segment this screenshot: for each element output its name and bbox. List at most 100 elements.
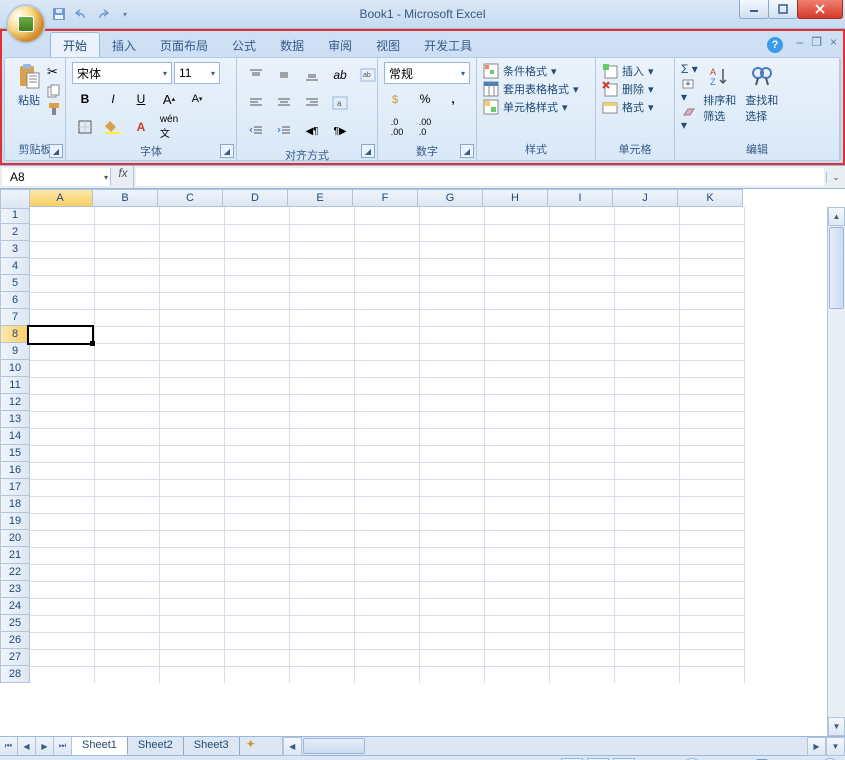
align-center-button[interactable] <box>271 90 297 116</box>
cell[interactable] <box>355 530 420 548</box>
format-painter-icon[interactable] <box>47 102 61 116</box>
cell[interactable] <box>290 513 355 531</box>
cell[interactable] <box>30 632 95 650</box>
tab-开发工具[interactable]: 开发工具 <box>412 33 484 57</box>
cell[interactable] <box>30 547 95 565</box>
cell[interactable] <box>485 292 550 310</box>
cell[interactable] <box>355 513 420 531</box>
cell[interactable] <box>615 581 680 599</box>
cell[interactable] <box>680 428 745 446</box>
row-header-16[interactable]: 16 <box>0 462 30 479</box>
cell[interactable] <box>160 598 225 616</box>
row-header-25[interactable]: 25 <box>0 615 30 632</box>
cell[interactable] <box>30 666 95 683</box>
row-header-14[interactable]: 14 <box>0 428 30 445</box>
cell[interactable] <box>225 513 290 531</box>
cell[interactable] <box>485 598 550 616</box>
cell[interactable] <box>290 258 355 276</box>
cell[interactable] <box>550 547 615 565</box>
table-format-button[interactable]: 套用表格格式 ▾ <box>483 80 589 98</box>
cell[interactable] <box>615 394 680 412</box>
phonetic-button[interactable]: wén文 <box>156 114 182 140</box>
cell[interactable] <box>420 428 485 446</box>
cell[interactable] <box>290 377 355 395</box>
cell[interactable] <box>615 632 680 650</box>
cell[interactable] <box>680 649 745 667</box>
cell[interactable] <box>290 649 355 667</box>
cell[interactable] <box>30 207 95 225</box>
number-dialog-launcher[interactable]: ◢ <box>460 144 474 158</box>
cell[interactable] <box>160 445 225 463</box>
fill-button[interactable]: ▾ <box>681 78 698 104</box>
cell[interactable] <box>160 581 225 599</box>
cell[interactable] <box>550 343 615 361</box>
cell[interactable] <box>95 224 160 242</box>
cell[interactable] <box>290 411 355 429</box>
cell[interactable] <box>680 360 745 378</box>
cell[interactable] <box>355 343 420 361</box>
cell[interactable] <box>485 309 550 327</box>
cell[interactable] <box>95 615 160 633</box>
cell[interactable] <box>30 360 95 378</box>
cell[interactable] <box>160 513 225 531</box>
merge-cells-button[interactable]: a <box>327 90 353 116</box>
cell[interactable] <box>355 258 420 276</box>
cell[interactable] <box>30 343 95 361</box>
increase-font-button[interactable]: A▴ <box>156 86 182 112</box>
italic-button[interactable]: I <box>100 86 126 112</box>
cell[interactable] <box>615 241 680 259</box>
decrease-font-button[interactable]: A▾ <box>184 86 210 112</box>
cell[interactable] <box>680 479 745 497</box>
cell[interactable] <box>420 343 485 361</box>
row-header-21[interactable]: 21 <box>0 547 30 564</box>
cell[interactable] <box>160 496 225 514</box>
row-header-18[interactable]: 18 <box>0 496 30 513</box>
cell[interactable] <box>95 428 160 446</box>
cell[interactable] <box>160 241 225 259</box>
cell[interactable] <box>225 377 290 395</box>
cell[interactable] <box>225 241 290 259</box>
cell[interactable] <box>355 581 420 599</box>
copy-icon[interactable] <box>47 84 61 98</box>
fill-color-button[interactable] <box>100 114 126 140</box>
cell[interactable] <box>95 598 160 616</box>
cell[interactable] <box>30 530 95 548</box>
cell[interactable] <box>290 632 355 650</box>
cell[interactable] <box>290 581 355 599</box>
cell[interactable] <box>680 326 745 344</box>
col-header-E[interactable]: E <box>288 189 353 207</box>
cell[interactable] <box>355 496 420 514</box>
row-header-9[interactable]: 9 <box>0 343 30 360</box>
col-header-H[interactable]: H <box>483 189 548 207</box>
cell[interactable] <box>30 428 95 446</box>
cell[interactable] <box>30 445 95 463</box>
cell[interactable] <box>95 666 160 683</box>
cell[interactable] <box>485 258 550 276</box>
cell[interactable] <box>290 428 355 446</box>
cell[interactable] <box>485 615 550 633</box>
cell[interactable] <box>95 445 160 463</box>
cell[interactable] <box>485 581 550 599</box>
cell[interactable] <box>615 615 680 633</box>
tab-视图[interactable]: 视图 <box>364 33 412 57</box>
cell[interactable] <box>160 394 225 412</box>
align-middle-button[interactable] <box>271 62 297 88</box>
cell-styles-button[interactable]: 单元格样式 ▾ <box>483 98 589 116</box>
scroll-left-icon[interactable]: ◀ <box>283 737 302 756</box>
save-icon[interactable] <box>50 5 68 23</box>
font-size-combo[interactable]: 11▾ <box>174 62 220 84</box>
cell[interactable] <box>680 224 745 242</box>
select-all-button[interactable] <box>0 189 30 209</box>
cell[interactable] <box>95 632 160 650</box>
cell[interactable] <box>550 275 615 293</box>
row-header-3[interactable]: 3 <box>0 241 30 258</box>
cell[interactable] <box>420 513 485 531</box>
cell[interactable] <box>420 547 485 565</box>
cell[interactable] <box>550 258 615 276</box>
cell[interactable] <box>95 394 160 412</box>
cell[interactable] <box>95 309 160 327</box>
cell[interactable] <box>160 479 225 497</box>
cell[interactable] <box>615 207 680 225</box>
cell[interactable] <box>160 462 225 480</box>
cell[interactable] <box>290 564 355 582</box>
